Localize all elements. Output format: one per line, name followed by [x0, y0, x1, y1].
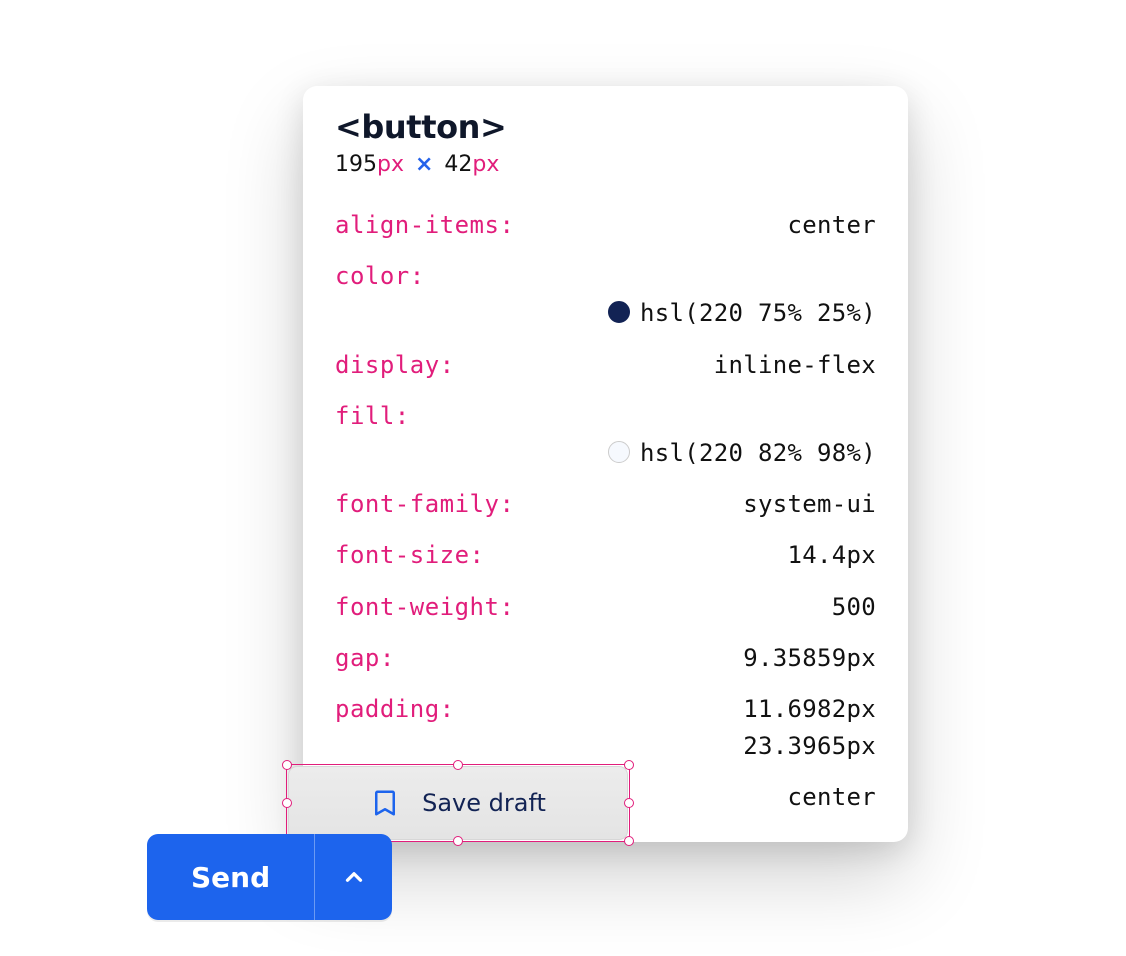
prop-row-font-size: font-size 14.4px: [335, 537, 876, 574]
send-dropdown-toggle[interactable]: [314, 834, 392, 920]
send-label: Send: [191, 861, 270, 894]
inspector-tooltip: <button> 195px × 42px align-items center…: [303, 86, 908, 842]
prop-row-gap: gap 9.35859px: [335, 640, 876, 677]
prop-row-fill: fill hsl(220 82% 98%): [335, 398, 876, 472]
prop-row-padding: padding 11.6982px 23.3965px: [335, 691, 876, 765]
prop-value: hsl(220 82% 98%): [608, 398, 876, 472]
chevron-up-icon: [341, 864, 367, 890]
prop-row-display: display inline-flex: [335, 347, 876, 384]
prop-value: center: [788, 779, 877, 816]
prop-row-font-family: font-family system-ui: [335, 486, 876, 523]
px-unit: px: [377, 152, 404, 177]
inspector-element-tag: <button>: [335, 108, 876, 146]
prop-value: 11.6982px 23.3965px: [743, 691, 876, 765]
prop-value: system-ui: [743, 486, 876, 523]
prop-value: 14.4px: [788, 537, 877, 574]
send-button-group: Send: [147, 834, 392, 920]
color-swatch-icon: [608, 301, 630, 323]
prop-key: display: [335, 347, 455, 384]
save-draft-label: Save draft: [422, 789, 546, 817]
prop-row-align-items: align-items center: [335, 207, 876, 244]
prop-value: hsl(220 75% 25%): [608, 258, 876, 332]
prop-key: font-size: [335, 537, 485, 574]
prop-value: center: [788, 207, 877, 244]
color-swatch-icon: [608, 441, 630, 463]
prop-key: font-weight: [335, 589, 514, 626]
prop-key: color: [335, 258, 425, 295]
save-draft-button[interactable]: Save draft: [288, 766, 628, 840]
inspector-dimensions: 195px × 42px: [335, 152, 876, 177]
inspector-height: 42: [444, 152, 472, 177]
prop-value: inline-flex: [714, 347, 876, 384]
prop-key: font-family: [335, 486, 514, 523]
prop-value: 9.35859px: [743, 640, 876, 677]
inspector-width: 195: [335, 152, 377, 177]
prop-key: align-items: [335, 207, 514, 244]
inspector-properties-list: align-items center color hsl(220 75% 25%…: [335, 207, 876, 816]
send-button[interactable]: Send: [147, 834, 314, 920]
prop-row-font-weight: font-weight 500: [335, 589, 876, 626]
prop-row-color: color hsl(220 75% 25%): [335, 258, 876, 332]
times-symbol: ×: [415, 152, 433, 177]
prop-key: padding: [335, 691, 455, 728]
prop-key: gap: [335, 640, 395, 677]
bookmark-icon: [370, 788, 400, 818]
prop-value: 500: [832, 589, 876, 626]
px-unit: px: [472, 152, 499, 177]
prop-key: fill: [335, 398, 410, 435]
